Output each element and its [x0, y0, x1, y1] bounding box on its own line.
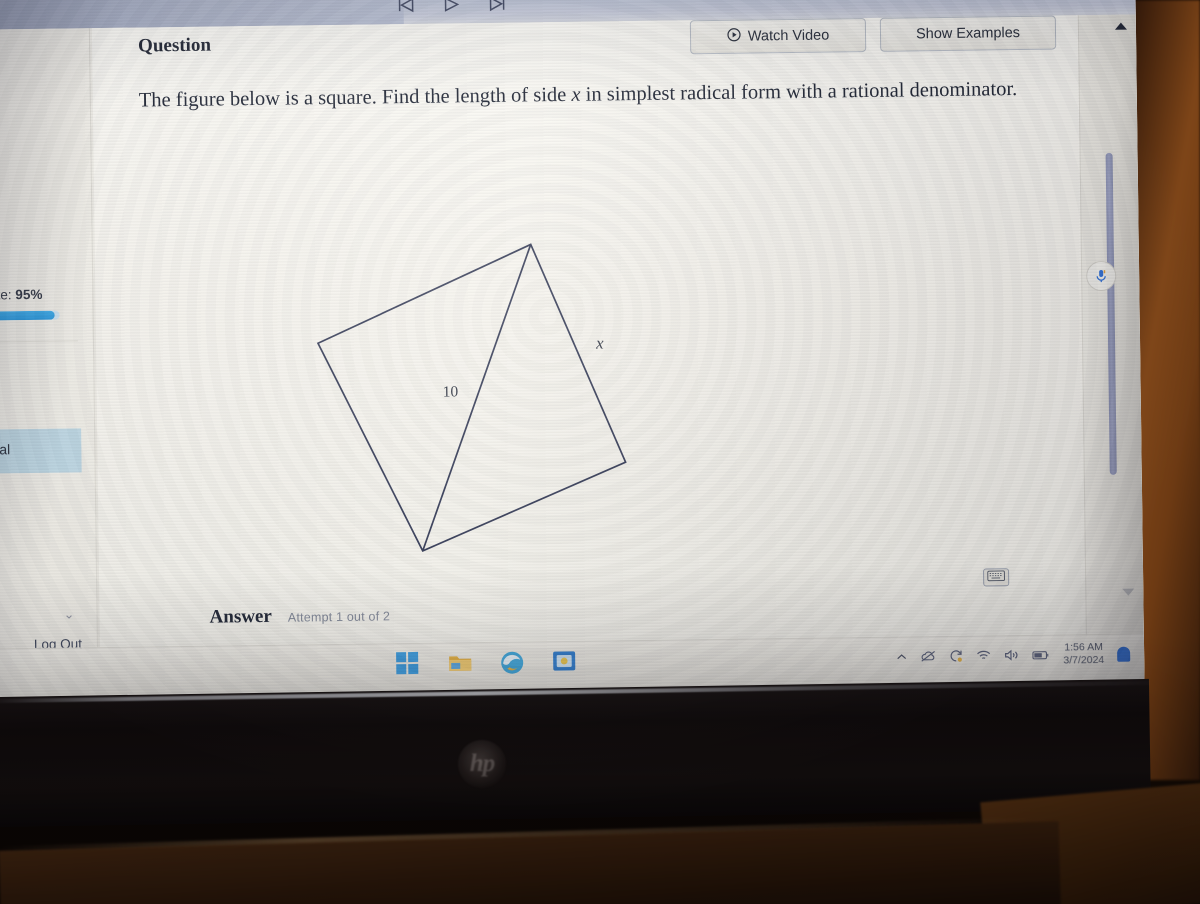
pinned-app-icon[interactable]: [552, 650, 576, 674]
side-length-label: x: [595, 333, 604, 353]
skip-to-start-icon[interactable]: [393, 0, 417, 16]
skip-to-end-icon[interactable]: [485, 0, 509, 15]
chevron-up-icon[interactable]: [896, 652, 907, 661]
progress-label: mplete: 95%: [0, 287, 43, 303]
sidebar: M mplete: 95% dical ⌄ Log Out: [0, 28, 99, 704]
edge-browser-icon[interactable]: [500, 651, 524, 675]
progress-bar-track: [0, 310, 60, 321]
question-prompt-variable: x: [571, 83, 581, 106]
sync-icon[interactable]: [949, 649, 963, 663]
battery-icon[interactable]: [1032, 649, 1050, 660]
file-explorer-icon[interactable]: [448, 651, 472, 675]
question-prompt: The figure below is a square. Find the l…: [139, 72, 1047, 119]
show-examples-label: Show Examples: [915, 25, 1021, 43]
diagonal-line: [421, 244, 532, 552]
chevron-down-icon[interactable]: ⌄: [63, 606, 74, 622]
wifi-icon[interactable]: [976, 649, 991, 661]
sidebar-divider: [0, 340, 78, 343]
question-prompt-head: The figure below is a square. Find the l…: [138, 83, 572, 112]
play-icon[interactable]: [439, 0, 463, 16]
question-prompt-tail: in simplest radical form with a rational…: [580, 78, 1018, 106]
progress-label-text: mplete:: [0, 287, 12, 303]
voice-options-icon: [940, 0, 957, 3]
triangle-down-icon[interactable]: [1122, 588, 1135, 596]
sidebar-item-active[interactable]: dical: [0, 428, 82, 474]
right-rail: [1077, 14, 1145, 690]
media-nav-controls[interactable]: [393, 0, 509, 22]
clock-date: 3/7/2024: [1063, 653, 1105, 667]
watch-video-label: Watch Video: [747, 27, 830, 45]
answer-heading: Answer: [209, 605, 272, 628]
onedrive-paused-icon[interactable]: [920, 650, 936, 662]
clock-time: 1:56 AM: [1064, 640, 1103, 654]
keyboard-toggle-button[interactable]: [983, 568, 1010, 587]
attempt-counter: Attempt 1 out of 2: [287, 609, 391, 625]
geometry-figure: 10 x: [294, 180, 719, 585]
system-tray: 1:56 AM 3/7/2024: [896, 641, 1131, 670]
vertical-scrollbar-thumb[interactable]: [1105, 152, 1117, 475]
volume-icon[interactable]: [1004, 649, 1019, 661]
taskbar-app-icons: [396, 650, 576, 676]
sidebar-item-label: dical: [0, 441, 11, 458]
answer-section: Answer Attempt 1 out of 2: [209, 604, 390, 628]
triangle-up-icon[interactable]: [1114, 22, 1127, 30]
page-title: Question: [137, 34, 212, 57]
taskbar-clock[interactable]: 1:56 AM 3/7/2024: [1063, 641, 1104, 668]
laptop-photo-scene: Voice options ✕ M mplete: 95% dical ⌄ Lo…: [0, 0, 1200, 904]
progress-bar-fill: [0, 310, 55, 321]
square-outline: [316, 243, 627, 552]
hp-logo: hp: [458, 740, 506, 788]
progress-value: 95%: [15, 286, 43, 303]
watch-video-button[interactable]: Watch Video: [689, 18, 867, 55]
question-panel: Question Watch Video Show Examples The f…: [91, 15, 1087, 703]
diagonal-length-label: 10: [442, 383, 459, 401]
laptop-bottom-bezel: [0, 678, 1151, 828]
windows-start-icon[interactable]: [396, 651, 420, 676]
laptop-screen: Voice options ✕ M mplete: 95% dical ⌄ Lo…: [0, 0, 1145, 704]
notification-bell-icon[interactable]: [1117, 646, 1131, 662]
show-examples-button[interactable]: Show Examples: [879, 15, 1057, 52]
question-action-buttons: Watch Video Show Examples: [689, 15, 1057, 55]
keyboard-icon: [987, 568, 1005, 586]
play-circle-icon: [727, 28, 741, 46]
close-icon[interactable]: ✕: [1061, 0, 1087, 3]
